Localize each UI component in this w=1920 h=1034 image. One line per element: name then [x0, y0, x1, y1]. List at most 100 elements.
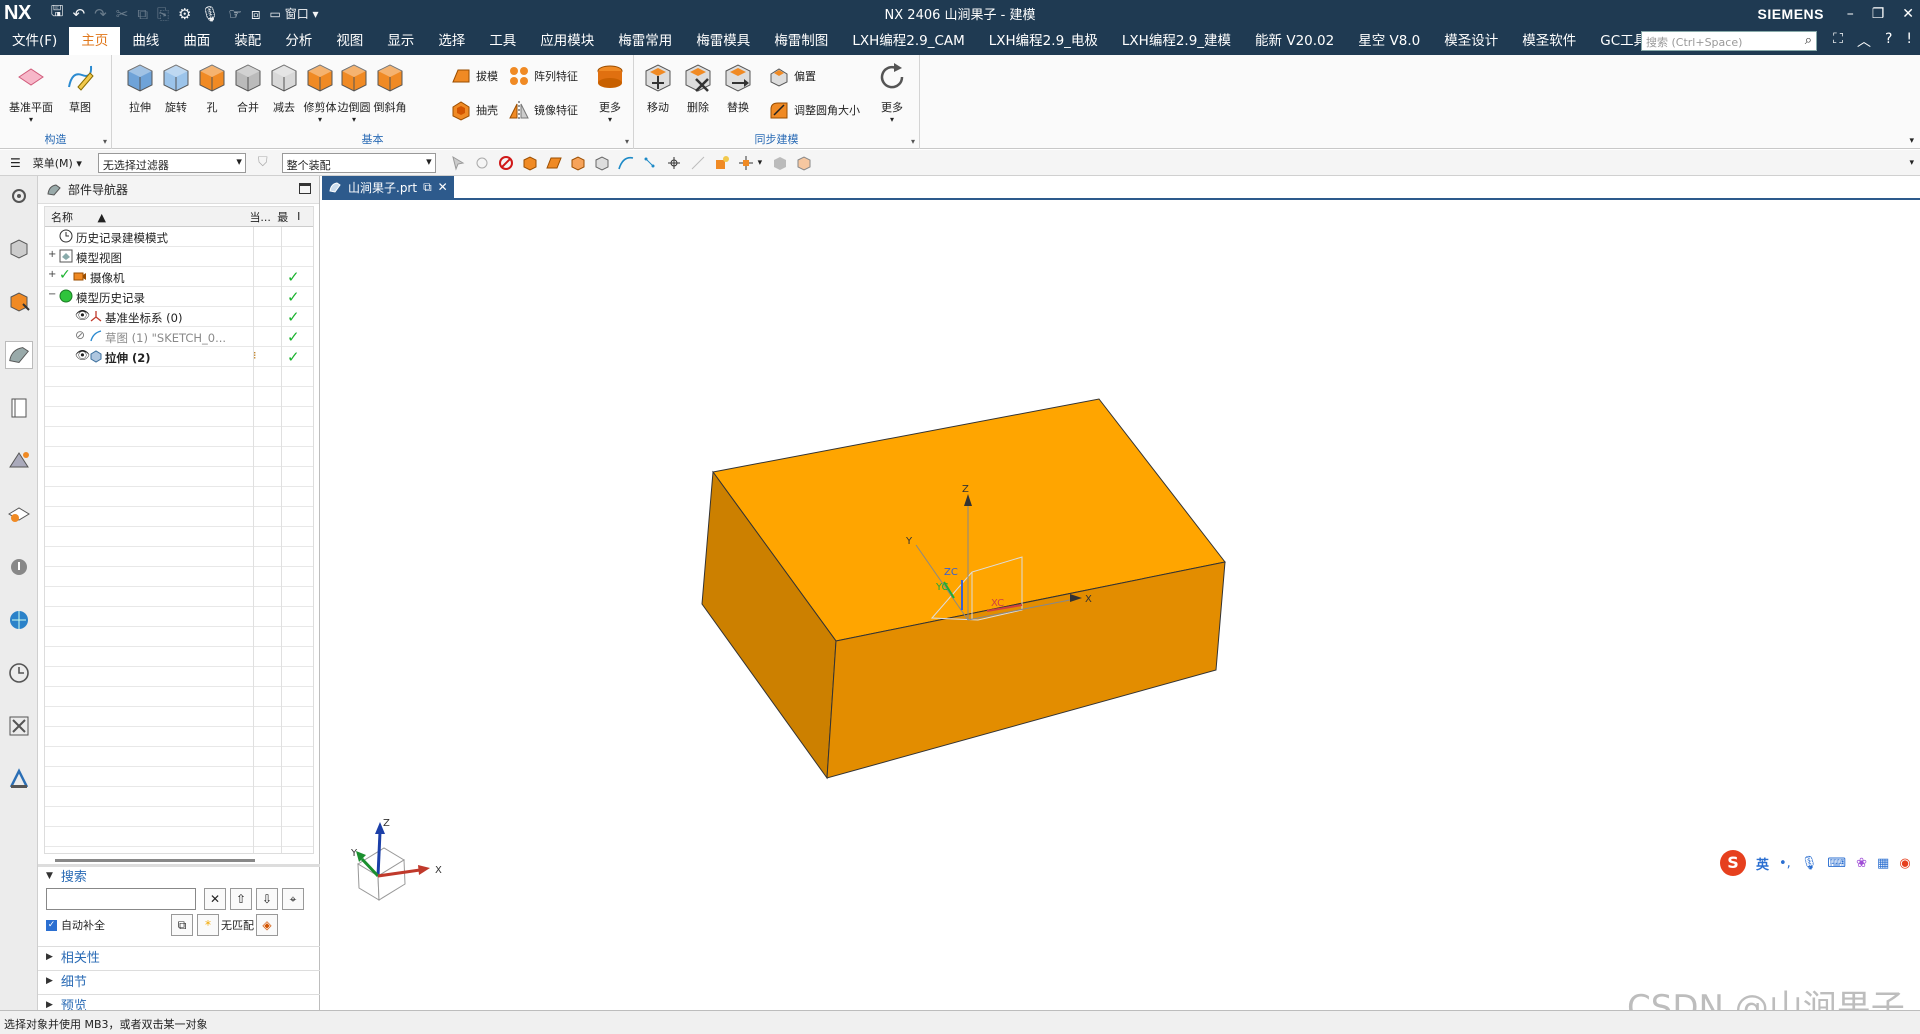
document-tab[interactable]: 山涧果子.prt ⧉ ✕ — [322, 176, 454, 198]
ribbon-tab[interactable]: 选择 — [426, 27, 477, 55]
replace-face-button[interactable]: 替换 — [718, 61, 758, 115]
datum-plane-button[interactable]: 基准平面 ▾ — [8, 61, 54, 124]
sync-more-button[interactable]: 更多 ▾ — [872, 61, 912, 124]
general-select-icon[interactable] — [449, 154, 467, 172]
subtract-button[interactable]: 减去 — [264, 61, 304, 115]
ribbon-tab[interactable]: 主页 — [69, 27, 121, 55]
constraint-navigator-icon[interactable] — [5, 288, 33, 316]
ribbon-tab[interactable]: 文件(F) — [0, 27, 69, 55]
punctuation-icon[interactable]: •, — [1779, 856, 1791, 871]
search-filter-button[interactable]: ⧉ — [171, 914, 193, 936]
ribbon-overflow-icon[interactable]: ▾ — [1909, 136, 1914, 146]
tree-row-history-mode[interactable]: 历史记录建模模式 — [45, 227, 313, 247]
extruded-block[interactable] — [701, 398, 1226, 780]
edge-blend-button[interactable]: 边倒圆 ▾ — [334, 61, 374, 124]
wave-link-icon[interactable] — [795, 154, 813, 172]
tree-row-sketch[interactable]: ⊘ 草图 (1) "SKETCH_0... ✓ — [45, 327, 313, 347]
section-details[interactable]: ▶ 细节 — [38, 970, 320, 990]
point-dialog-icon[interactable] — [665, 154, 683, 172]
checkmark-icon[interactable]: ✓ — [59, 267, 71, 283]
ribbon-tab[interactable]: 梅雷常用 — [606, 27, 684, 55]
skin-icon[interactable]: ❀ — [1856, 856, 1867, 871]
find-next-button[interactable]: ⇩ — [256, 888, 278, 910]
process-studio-icon[interactable] — [5, 606, 33, 634]
voice-icon[interactable]: 🎙 — [1801, 856, 1818, 871]
settings-icon[interactable] — [5, 182, 33, 210]
eye-hidden-icon[interactable]: ⊘ — [75, 328, 85, 342]
column-extra[interactable]: I — [293, 210, 313, 223]
ribbon-tab[interactable]: 分析 — [273, 27, 324, 55]
select-body-icon[interactable] — [521, 154, 539, 172]
ribbon-tab[interactable]: 视图 — [324, 27, 375, 55]
highlight-button[interactable]: ◈ — [256, 914, 278, 936]
ribbon-tab[interactable]: 星空 V8.0 — [1346, 27, 1432, 55]
close-icon[interactable]: ✕ — [1902, 6, 1914, 22]
model-canvas[interactable]: Z Y X ZC YC XC Z Y X — [322, 200, 1920, 1010]
select-solid-icon[interactable] — [569, 154, 587, 172]
navigator-search-input[interactable] — [46, 888, 196, 910]
ime-language-label[interactable]: 英 — [1756, 854, 1769, 873]
snap-endpoint-icon[interactable] — [689, 154, 707, 172]
select-face-icon[interactable] — [545, 154, 563, 172]
ribbon-tab[interactable]: 模圣软件 — [1510, 27, 1588, 55]
paste-icon[interactable]: ⎘ — [157, 5, 169, 23]
stop-icon[interactable] — [497, 154, 515, 172]
column-name[interactable]: 名称 ▲ — [45, 209, 245, 225]
collapse-icon[interactable]: − — [48, 289, 56, 300]
help-icon[interactable]: ? — [1885, 31, 1892, 51]
ribbon-tab[interactable]: 工具 — [477, 27, 528, 55]
ribbon-tab[interactable]: 能新 V20.02 — [1243, 27, 1346, 55]
tree-row-model-views[interactable]: + 模型视图 — [45, 247, 313, 267]
touch-mode-icon[interactable]: ☞ — [229, 5, 242, 23]
graphics-window[interactable]: Z Y X ZC YC XC Z Y X — [322, 200, 1920, 1010]
shell-button[interactable]: 抽壳 — [450, 99, 498, 121]
assembly-component-icon[interactable] — [713, 154, 731, 172]
basic-more-button[interactable]: 更多 ▾ — [590, 61, 630, 124]
selbar-overflow-icon[interactable]: ▾ — [1909, 158, 1914, 168]
copy-icon[interactable]: ⧉ — [137, 5, 148, 23]
cut-icon[interactable]: ✂ — [116, 5, 129, 23]
ribbon-tab[interactable]: LXH编程2.9_CAM — [840, 27, 976, 55]
ribbon-tab[interactable]: LXH编程2.9_建模 — [1110, 27, 1243, 55]
ribbon-tab[interactable]: 梅雷制图 — [762, 27, 840, 55]
locate-button[interactable]: ⌖ — [282, 888, 304, 910]
keyboard-icon[interactable]: ⌨ — [1827, 856, 1846, 871]
undock-icon[interactable]: ⧉ — [423, 180, 432, 195]
toolbox-icon[interactable]: ▦ — [1877, 856, 1889, 871]
menu-button[interactable]: 菜单(M) ▾ — [21, 155, 90, 171]
role-icon[interactable] — [5, 765, 33, 793]
delete-face-button[interactable]: 删除 — [678, 61, 718, 115]
chamfer-button[interactable]: 倒斜角 — [370, 61, 410, 115]
reuse-library-icon[interactable] — [5, 394, 33, 422]
tree-row-model-history[interactable]: − 模型历史记录 ✓ — [45, 287, 313, 307]
group-expand-icon[interactable]: ▾ — [911, 137, 915, 146]
close-tab-icon[interactable]: ✕ — [438, 180, 448, 194]
offset-button[interactable]: 偏置 — [768, 65, 816, 87]
redo-icon[interactable]: ↷ — [94, 5, 107, 23]
web-browser-icon[interactable] — [5, 500, 33, 528]
filter-icon[interactable]: ⛉ — [258, 155, 268, 170]
column-latest[interactable]: 最 — [273, 209, 293, 225]
fullscreen-icon[interactable]: ⛶ — [1833, 31, 1843, 51]
sketch-button[interactable]: 草图 — [60, 61, 100, 115]
snap-dropdown-icon[interactable]: ▾ — [758, 158, 763, 168]
history-icon[interactable] — [5, 553, 33, 581]
eye-icon[interactable]: 👁 — [75, 348, 90, 362]
unite-button[interactable]: 合并 — [228, 61, 268, 115]
resize-blend-button[interactable]: 调整圆角大小 — [768, 99, 860, 121]
search-section-header[interactable]: ▼ 搜索 — [38, 864, 320, 885]
group-expand-icon[interactable]: ▾ — [103, 137, 107, 146]
selection-scope-dropdown[interactable]: 整个装配 — [281, 152, 436, 173]
column-current[interactable]: 当... — [245, 209, 273, 225]
find-previous-button[interactable]: ⇧ — [230, 888, 252, 910]
sogou-logo-icon[interactable]: S — [1720, 850, 1746, 876]
search-icon[interactable]: ⌕ — [1805, 33, 1812, 48]
ribbon-tab[interactable]: 曲面 — [171, 27, 222, 55]
view-triad[interactable]: Z Y X — [350, 818, 442, 901]
window-menu[interactable]: ▭ 窗口 ▾ — [270, 5, 319, 22]
undo-icon[interactable]: ↶ — [73, 5, 86, 23]
clear-search-button[interactable]: ✕ — [204, 888, 226, 910]
command-finder-icon[interactable]: ⚙ — [178, 5, 191, 23]
ribbon-tab[interactable]: 装配 — [222, 27, 273, 55]
clock-icon[interactable] — [5, 659, 33, 687]
